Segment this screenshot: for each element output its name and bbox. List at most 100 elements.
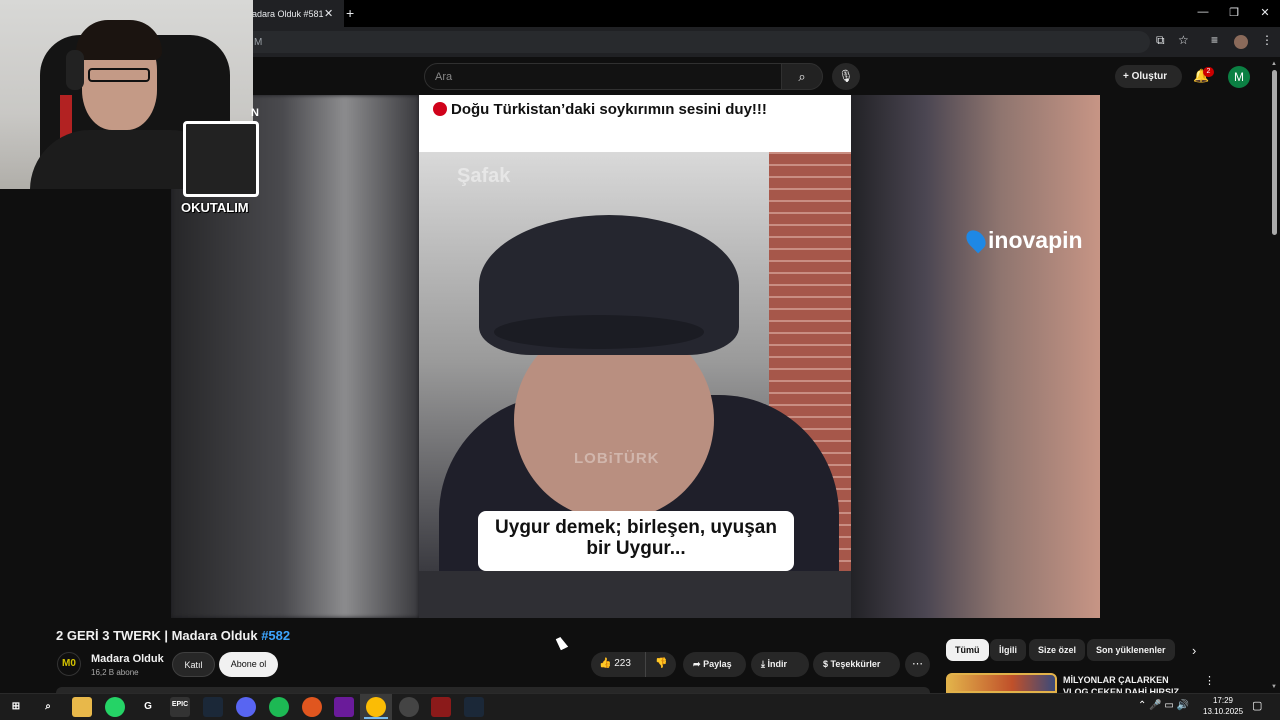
red-app-icon[interactable] xyxy=(399,697,419,717)
streamer-hair xyxy=(76,20,162,60)
discord-icon[interactable] xyxy=(236,697,256,717)
file-explorer-icon[interactable] xyxy=(72,697,92,717)
share-button[interactable]: ➦ Paylaş xyxy=(683,652,746,677)
game-app-icon[interactable] xyxy=(431,697,451,717)
system-tray-icons[interactable]: ⌃ 🎤 ▭ 🔊 xyxy=(1138,700,1189,711)
chrome-icon[interactable] xyxy=(366,697,386,717)
thanks-label: Teşekkürler xyxy=(830,659,881,669)
search-icon: ⌕ xyxy=(798,69,806,84)
windows-start-icon[interactable]: ⊞ xyxy=(6,697,26,717)
glasses xyxy=(88,68,150,82)
chip-for-you[interactable]: Size özel xyxy=(1029,639,1086,661)
overlay-partial-letter: N xyxy=(251,107,259,119)
headset-icon xyxy=(66,50,84,90)
windows-taskbar xyxy=(0,693,1280,720)
orange-app-icon[interactable] xyxy=(302,697,322,717)
thumbs-down-icon: 👎 xyxy=(655,658,668,669)
download-icon: ⤓ xyxy=(761,659,765,669)
like-dislike-group: 👍 223 👎 xyxy=(591,652,676,677)
video-title: 2 GERİ 3 TWERK | Madara Olduk #582 xyxy=(56,628,290,643)
cap-brim xyxy=(494,315,704,349)
subscriber-count: 16,2 B abone xyxy=(91,668,139,677)
search-button[interactable]: ⌕ xyxy=(781,63,823,90)
video-hashtag[interactable]: #582 xyxy=(261,628,290,643)
address-bar[interactable]: M xyxy=(230,31,1150,53)
restore-button[interactable]: ❐ xyxy=(1224,6,1244,19)
super-thanks-icon: $ xyxy=(823,659,829,669)
scroll-up-icon[interactable]: ▲ xyxy=(1271,61,1277,67)
subscribe-button[interactable]: Abone ol xyxy=(219,652,278,677)
create-label: + Oluştur xyxy=(1123,71,1168,82)
sponsor-text: inovapin xyxy=(988,227,1083,253)
media-controls-icon[interactable]: ≡ xyxy=(1211,33,1218,47)
channel-watermark: LOBiTÜRK xyxy=(574,450,660,467)
thumbs-up-icon: 👍 xyxy=(599,658,612,669)
chip-related[interactable]: İlgili xyxy=(990,639,1026,661)
notification-badge: 2 xyxy=(1203,67,1214,77)
share-label: Paylaş xyxy=(703,659,732,669)
channel-avatar[interactable]: M0 xyxy=(57,652,81,676)
chevron-right-icon[interactable]: › xyxy=(1192,643,1196,658)
browser-profile-icon[interactable] xyxy=(1234,35,1248,49)
install-app-icon[interactable]: ⧉ xyxy=(1156,33,1165,48)
account-avatar[interactable]: M xyxy=(1228,66,1250,88)
search-placeholder: Ara xyxy=(435,71,453,83)
headline-banner: Doğu Türkistan’daki soykırımın sesini du… xyxy=(419,95,851,152)
minimize-button[interactable]: — xyxy=(1193,6,1213,18)
join-button[interactable]: Katıl xyxy=(172,652,215,677)
browser-menu-icon[interactable]: ⋮ xyxy=(1261,33,1273,47)
dislike-button[interactable]: 👎 xyxy=(647,652,676,677)
whatsapp-icon[interactable] xyxy=(105,697,125,717)
new-tab-button[interactable]: + xyxy=(346,5,354,21)
share-icon: ➦ xyxy=(693,659,701,669)
video-player[interactable]: Şafak LOBiTÜRK Doğu Türkistan’daki soykı… xyxy=(171,95,1100,618)
search-input[interactable]: Ara xyxy=(424,63,782,90)
blurred-background-right xyxy=(851,95,1100,618)
overlay-frame xyxy=(183,121,259,197)
mic-icon: 🎙 xyxy=(838,69,854,83)
related-video-title[interactable]: MİLYONLAR ÇALARKEN VLOG ÇEKEN DAHİ HIRSI… xyxy=(1063,674,1193,693)
download-label: İndir xyxy=(767,659,788,669)
purple-app-icon[interactable] xyxy=(334,697,354,717)
thanks-button[interactable]: $ Teşekkürler xyxy=(813,652,900,677)
tab-close-icon[interactable]: ✕ xyxy=(324,7,333,20)
create-button[interactable]: + Oluştur xyxy=(1115,65,1182,88)
voice-search-button[interactable]: 🎙 xyxy=(832,63,860,90)
kebab-menu-icon[interactable]: ⋮ xyxy=(1204,674,1215,687)
like-count: 223 xyxy=(614,658,631,669)
more-actions-button[interactable]: ⋯ xyxy=(905,652,930,677)
scroll-down-icon[interactable]: ▼ xyxy=(1271,684,1277,690)
headline-text: Doğu Türkistan’daki soykırımın sesini du… xyxy=(451,101,767,118)
chip-all[interactable]: Tümü xyxy=(946,639,989,661)
mouse-cursor xyxy=(555,635,569,651)
active-app-indicator xyxy=(364,717,388,719)
epic-games-icon[interactable]: EPIC xyxy=(170,697,190,717)
download-button[interactable]: ⤓ İndir xyxy=(751,652,809,677)
related-video-thumbnail[interactable] xyxy=(946,673,1057,693)
url-text: M xyxy=(254,37,263,48)
like-button[interactable]: 👍 223 xyxy=(591,652,646,677)
sponsor-logo: inovapin xyxy=(962,226,1083,254)
spotify-icon[interactable] xyxy=(269,697,289,717)
g-hub-icon[interactable]: G xyxy=(138,697,158,717)
clock-date[interactable]: 13.10.2025 xyxy=(1203,707,1243,716)
subtitle-line-2: bir Uygur... xyxy=(586,538,686,559)
steam-secondary-icon[interactable] xyxy=(464,697,484,717)
chip-recently-uploaded[interactable]: Son yüklenenler xyxy=(1087,639,1175,661)
video-frame: Şafak LOBiTÜRK Doğu Türkistan’daki soykı… xyxy=(419,95,851,618)
subtitle-line-1: Uygur demek; birleşen, uyuşan xyxy=(495,517,777,538)
video-headline: Doğu Türkistan’daki soykırımın sesini du… xyxy=(433,101,843,118)
steam-icon[interactable] xyxy=(203,697,223,717)
red-dot-icon xyxy=(433,102,447,116)
channel-name[interactable]: Madara Olduk xyxy=(91,653,164,665)
news-watermark: Şafak xyxy=(457,165,511,187)
page-scrollbar[interactable] xyxy=(1272,70,1277,235)
video-subtitle: Uygur demek; birleşen, uyuşan bir Uygur.… xyxy=(478,511,794,571)
clock-time[interactable]: 17:29 xyxy=(1205,696,1241,705)
close-window-button[interactable]: ✕ xyxy=(1255,6,1275,19)
overlay-label: OKUTALIM xyxy=(181,200,249,215)
notification-center-icon[interactable]: ▢ xyxy=(1252,699,1262,712)
search-taskbar-icon[interactable]: ⌕ xyxy=(38,697,58,717)
tab-title: adara Olduk #581 xyxy=(252,9,324,19)
bookmark-star-icon[interactable]: ☆ xyxy=(1178,33,1189,47)
